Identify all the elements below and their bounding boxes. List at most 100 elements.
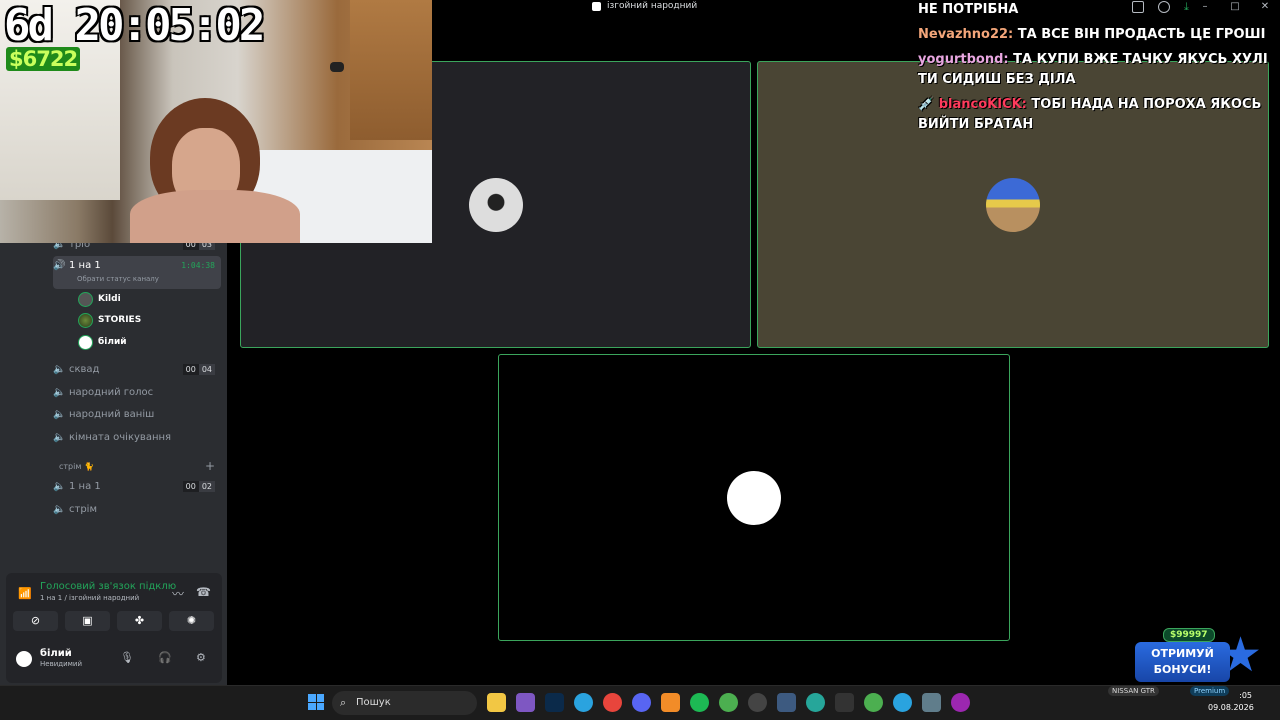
room-wall [350,0,432,140]
voice-channel-narodnyi-vanish[interactable]: 🔈 народний ваніш [53,404,221,424]
channel-name: стрім [69,503,97,515]
badge-count: 00 [182,363,199,375]
voice-channel-waiting-room[interactable]: 🔈 кімната очікування [53,427,221,447]
badge-limit: 04 [198,363,215,375]
avatar [78,334,93,350]
channel-name: народний голос [69,386,154,398]
speaker-icon: 🔈 [53,363,66,375]
member-kildi[interactable]: Kildi [78,290,121,308]
discord-icon[interactable] [632,693,651,712]
app-icon[interactable] [748,693,767,712]
category-stream[interactable]: стрім 🐈 [59,462,94,471]
chat-username: Nevazhno22: [918,27,1014,42]
chrome-icon[interactable] [603,693,622,712]
channel-status-hint[interactable]: Обрати статус каналу [77,275,159,283]
member-name: білий [98,337,127,347]
add-channel-icon[interactable]: + [205,459,215,473]
telegram-icon[interactable] [574,693,593,712]
chat-text: НЕ ПОТРІБНА [918,2,1019,17]
chat-message: Nevazhno22: ТА ВСЕ ВІН ПРОДАСТЬ ЦЕ ГРОШІ [918,25,1268,45]
screen-share-button[interactable]: ▣ [65,611,110,631]
avatar [78,312,93,328]
speaker-icon: 🔈 [53,503,66,515]
user-name: білий [40,648,72,659]
spotify-icon[interactable] [690,693,709,712]
soundboard-button[interactable]: ✺ [169,611,214,631]
terminal-icon[interactable] [835,693,854,712]
channel-name: сквад [69,363,100,375]
taskbar: ⌕ Пошук NISSAN GTR Premium :05 09.08.202… [0,685,1280,720]
camera-off-button[interactable]: ⊘ [13,611,58,631]
window-title: ізгойний народний [592,1,697,11]
speaker-icon: 🔊 [53,260,66,271]
user-state: Невидимий [40,660,83,668]
room-lamp [330,62,344,72]
avatar [78,291,93,307]
chat-username: 💉 blancoKICK: [918,97,1027,112]
taskbar-search[interactable]: ⌕ Пошук [332,691,477,715]
voice-status[interactable]: Голосовий зв'язок підклю [40,581,176,592]
app-icon[interactable] [516,693,535,712]
chat-message: 💉 blancoKICK: ТОБІ НАДА НА ПОРОХА ЯКОСЬ … [918,95,1268,135]
bonus-promo: ★ ОТРИМУЙ БОНУСИ! $99997 [1135,626,1270,684]
taskbar-clock[interactable]: :05 09.08.2026 [1208,690,1254,714]
settings-gear-icon[interactable]: ⚙ [196,651,206,664]
badge-limit: 02 [198,480,215,492]
edge-icon[interactable] [806,693,825,712]
clock-time: :05 [1239,691,1252,700]
app-icon[interactable] [777,693,796,712]
chat-message: yogurtbond: ТА КУПИ ВЖЕ ТАЧКУ ЯКУСЬ ХУЛІ… [918,50,1268,90]
participant-avatar [727,471,781,525]
participant-avatar [469,178,523,232]
calculator-icon[interactable] [922,693,941,712]
voice-action-buttons: ⊘ ▣ ✤ ✺ [13,611,214,631]
voice-channel-1na1[interactable]: 🔊 1 на 1 1:04:38 Обрати статус каналу [53,256,221,289]
taskbar-apps [487,693,970,712]
microphone-icon[interactable]: 🎙 [120,651,134,664]
noise-suppression-icon[interactable]: 〰 [172,585,184,602]
voice-channel-narodnyi-holos[interactable]: 🔈 народний голос [53,382,221,402]
window-title-text: ізгойний народний [607,1,698,11]
voice-channel-stream[interactable]: 🔈 стрім [53,499,221,519]
search-placeholder: Пошук [356,697,391,708]
participant-avatar [986,178,1040,232]
avatar[interactable] [14,649,34,669]
streamer-body [130,190,300,243]
channel-name: кімната очікування [69,431,172,443]
stream-chat-overlay: НЕ ПОТРІБНА Nevazhno22: ТА ВСЕ ВІН ПРОДА… [918,0,1268,140]
disconnect-icon[interactable]: ☎ [196,585,211,599]
member-bilyi[interactable]: білий [78,333,127,351]
search-icon: ⌕ [340,696,347,709]
bonus-amount: $99997 [1163,628,1215,642]
signal-icon: 📶 [18,587,32,600]
channel-name: 1 на 1 [69,480,101,492]
activities-button[interactable]: ✤ [117,611,162,631]
voice-channel-stream-1na1[interactable]: 🔈 1 на 1 00 02 [53,476,221,496]
media-player-icon[interactable] [951,693,970,712]
chrome-icon[interactable] [719,693,738,712]
call-tile-3[interactable] [498,354,1010,641]
chrome-icon[interactable] [864,693,883,712]
channel-name: народний ваніш [69,408,155,420]
file-explorer-icon[interactable] [487,693,506,712]
app-icon [592,1,601,11]
clock-date: 09.08.2026 [1208,703,1254,712]
tray-nissan[interactable]: NISSAN GTR [1108,686,1159,696]
windows-start-icon[interactable] [308,694,324,710]
app-icon[interactable] [661,693,680,712]
member-name: Kildi [98,294,121,304]
voice-channel-skvad[interactable]: 🔈 сквад 00 04 [53,359,221,379]
channel-badge: 00 04 [182,363,215,375]
member-stories[interactable]: STORIES [78,311,141,329]
photoshop-icon[interactable] [545,693,564,712]
chat-message: НЕ ПОТРІБНА [918,0,1268,20]
voice-location: 1 на 1 / ізгойний народний [40,594,140,602]
speaker-icon: 🔈 [53,480,66,492]
user-panel: білий Невидимий 🎙 🎧 ⚙ [6,645,222,675]
bonus-line-2: БОНУСИ! [1153,663,1212,676]
channel-timer: 1:04:38 [181,261,215,270]
telegram-icon[interactable] [893,693,912,712]
channel-badge: 00 02 [182,480,215,492]
webcam-overlay: 6d 20:05:02 $6722 [0,0,432,243]
headphones-icon[interactable]: 🎧 [158,651,172,664]
